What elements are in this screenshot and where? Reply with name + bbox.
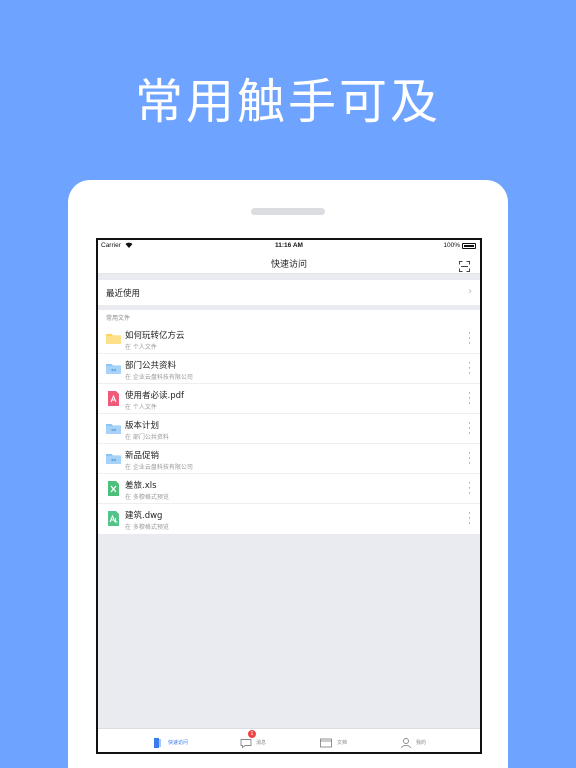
file-name: 新品促销 — [125, 451, 160, 461]
shared-folder-icon — [106, 421, 121, 436]
quick-access-icon — [152, 734, 164, 748]
excel-icon — [106, 481, 121, 496]
section-header: 常用文件 — [98, 310, 480, 324]
app-screen: Carrier 11:16 AM 100% 快速访问 最近使用 › 常用文件 如… — [96, 238, 482, 754]
more-icon[interactable]: · · · — [468, 360, 471, 379]
pdf-icon — [106, 391, 121, 406]
file-location: 在 企业云盘科技有限公司 — [125, 374, 193, 381]
dwg-icon — [106, 511, 121, 526]
file-location: 在 企业云盘科技有限公司 — [125, 464, 193, 471]
more-icon[interactable]: · · · — [468, 330, 471, 349]
page-title: 快速访问 — [270, 260, 307, 270]
file-row[interactable]: 版本计划 在 部门公共资料 · · · — [98, 414, 480, 444]
shared-folder-icon — [106, 361, 121, 376]
tab-label: 文档 — [337, 740, 348, 746]
file-name: 部门公共资料 — [125, 361, 177, 371]
battery-percent: 100% — [443, 242, 460, 249]
file-row[interactable]: 如何玩转亿方云 在 个人文件 · · · — [98, 324, 480, 354]
file-location: 在 多穆格式预览 — [125, 524, 169, 531]
more-icon[interactable]: · · · — [468, 510, 471, 529]
shared-folder-icon — [106, 451, 121, 466]
documents-icon — [320, 734, 332, 748]
file-name: 使用者必读.pdf — [125, 391, 184, 401]
tablet-device: Carrier 11:16 AM 100% 快速访问 最近使用 › 常用文件 如… — [68, 180, 508, 768]
file-name: 差旅.xls — [125, 481, 157, 491]
file-row[interactable]: 使用者必读.pdf 在 个人文件 · · · — [98, 384, 480, 414]
battery-icon — [462, 243, 476, 249]
more-icon[interactable]: · · · — [468, 420, 471, 439]
more-icon[interactable]: · · · — [468, 480, 471, 499]
message-badge: 1 — [248, 730, 256, 738]
recent-used-label: 最近使用 — [106, 289, 141, 299]
headline: 常用触手可及 — [134, 74, 441, 130]
device-speaker — [251, 208, 325, 215]
profile-icon — [400, 734, 412, 749]
file-list: 如何玩转亿方云 在 个人文件 · · · 部门公共资料 在 企业云盘科技有限公司 ·… — [98, 324, 480, 534]
section-label: 常用文件 — [106, 315, 131, 322]
tab-bar: 快速访问 1 消息 文档 我的 — [98, 728, 480, 752]
tab-profile[interactable]: 我的 — [400, 729, 480, 752]
recent-used-row[interactable]: 最近使用 › — [98, 280, 480, 305]
file-row[interactable]: 建筑.dwg 在 多穆格式预览 · · · — [98, 504, 480, 534]
scan-icon[interactable] — [459, 257, 470, 272]
more-icon[interactable]: · · · — [468, 390, 471, 409]
status-time: 11:16 AM — [275, 242, 303, 249]
tab-label: 消息 — [256, 740, 267, 746]
more-icon[interactable]: · · · — [468, 450, 471, 469]
file-row[interactable]: 差旅.xls 在 多穆格式预览 · · · — [98, 474, 480, 504]
file-name: 如何玩转亿方云 — [125, 331, 185, 341]
file-name: 版本计划 — [125, 421, 160, 431]
status-bar: Carrier 11:16 AM 100% — [98, 240, 480, 252]
tab-label: 快速访问 — [168, 740, 189, 746]
nav-bar: 快速访问 — [98, 252, 480, 274]
file-location: 在 个人文件 — [125, 344, 157, 351]
tab-messages[interactable]: 1 消息 — [233, 729, 328, 752]
file-location: 在 多穆格式预览 — [125, 494, 169, 501]
file-row[interactable]: 新品促销 在 企业云盘科技有限公司 · · · — [98, 444, 480, 474]
chevron-right-icon: › — [468, 286, 472, 297]
file-name: 建筑.dwg — [125, 511, 163, 521]
folder-yellow-icon — [106, 331, 121, 346]
file-location: 在 个人文件 — [125, 404, 157, 411]
tab-quick-access[interactable]: 快速访问 — [138, 729, 233, 752]
file-row[interactable]: 部门公共资料 在 企业云盘科技有限公司 · · · — [98, 354, 480, 384]
file-location: 在 部门公共资料 — [125, 434, 169, 441]
tab-label: 我的 — [416, 740, 427, 746]
